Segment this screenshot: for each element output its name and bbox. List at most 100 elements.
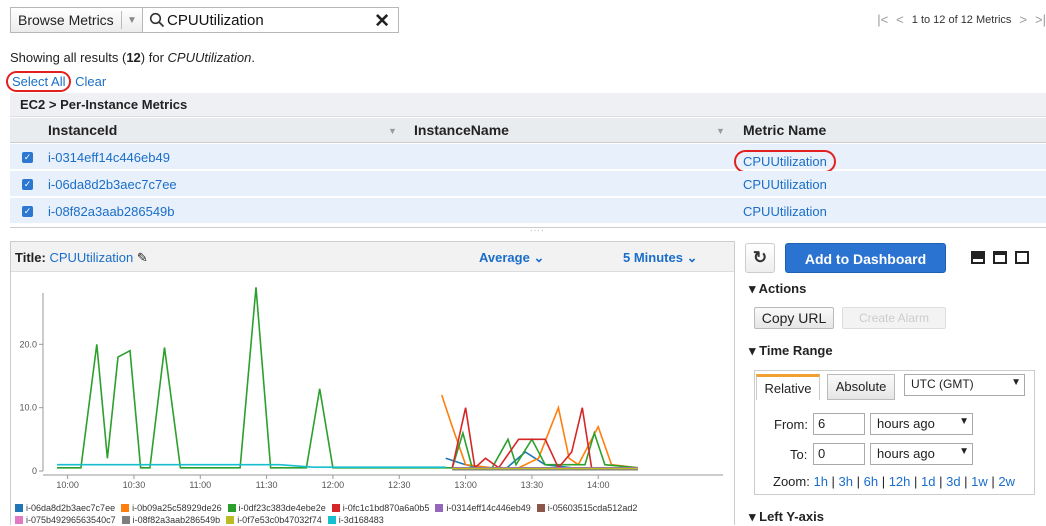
row-checkbox[interactable]: ✓ — [22, 179, 33, 190]
to-input[interactable]: 0 — [813, 443, 865, 465]
from-unit-value: hours ago — [877, 416, 935, 431]
legend-swatch — [15, 516, 23, 524]
from-unit-select[interactable]: hours ago ▼ — [870, 413, 973, 435]
clear-link[interactable]: Clear — [75, 74, 106, 89]
legend-item[interactable]: i-06da8d2b3aec7c7ee — [15, 502, 115, 514]
grip-icon[interactable]: ···· — [530, 226, 545, 235]
pencil-icon[interactable]: ✎ — [137, 250, 148, 265]
layout-full-icon[interactable] — [1015, 251, 1029, 264]
legend-swatch — [121, 504, 130, 512]
metric-group-header: EC2 > Per-Instance Metrics — [10, 93, 1046, 117]
col-instance-id[interactable]: InstanceId — [48, 122, 117, 138]
legend-item[interactable]: i-075b49296563540c7 — [15, 514, 116, 526]
chevron-down-icon: ⌄ — [686, 250, 698, 265]
legend-item[interactable]: i-0df23c383de4ebe2e — [227, 502, 326, 514]
col-metric-name[interactable]: Metric Name — [743, 122, 826, 138]
legend-label: i-05603515cda512ad2 — [547, 503, 638, 513]
legend-label: i-0b09a25c58929de26 — [132, 503, 222, 513]
table-row[interactable]: ✓ i-08f82a3aab286549b CPUUtilization — [10, 198, 1046, 224]
series-line-i-0b09a25c58929de26 — [440, 394, 639, 469]
graph-title-label: Title: — [15, 250, 46, 265]
chevron-down-icon: ▼ — [959, 416, 969, 427]
legend-label: i-3d168483 — [338, 515, 384, 525]
metric-name-link[interactable]: CPUUtilization — [743, 204, 827, 219]
legend-label: i-08f82a3aab286549b — [132, 515, 221, 525]
legend-item[interactable]: i-3d168483 — [327, 514, 384, 526]
zoom-2w[interactable]: 2w — [998, 474, 1015, 489]
clear-search-icon[interactable]: ✕ — [374, 10, 390, 33]
period-dropdown[interactable]: 5 Minutes ⌄ — [623, 250, 698, 266]
instance-id-link[interactable]: i-08f82a3aab286549b — [48, 204, 175, 219]
first-page-icon[interactable]: |< — [877, 12, 888, 27]
zoom-separator: | — [827, 474, 839, 489]
left-y-axis-label: Left Y-axis — [759, 509, 824, 524]
browse-metrics-dropdown[interactable]: Browse Metrics ▼ — [10, 7, 156, 33]
to-label: To: — [790, 447, 808, 462]
x-tick-label: 14:00 — [587, 480, 610, 490]
layout-split-icon[interactable] — [993, 251, 1007, 264]
instance-id-link[interactable]: i-06da8d2b3aec7c7ee — [48, 177, 177, 192]
results-count: 12 — [126, 50, 141, 65]
graph-title-value[interactable]: CPUUtilization — [49, 250, 133, 265]
legend-item[interactable]: i-08f82a3aab286549b — [121, 514, 221, 526]
zoom-12h[interactable]: 12h — [889, 474, 911, 489]
x-tick-label: 11:30 — [256, 480, 278, 490]
copy-url-button[interactable]: Copy URL — [754, 307, 834, 329]
legend-item[interactable]: i-0b09a25c58929de26 — [121, 502, 222, 514]
tab-absolute[interactable]: Absolute — [827, 374, 895, 400]
actions-section[interactable]: ▾ Actions — [749, 281, 806, 297]
refresh-icon[interactable]: ↻ — [745, 243, 775, 273]
legend-label: i-06da8d2b3aec7c7ee — [26, 503, 116, 513]
row-checkbox[interactable]: ✓ — [22, 152, 33, 163]
search-box: ✕ — [142, 7, 399, 33]
left-y-axis-section[interactable]: ▾ Left Y-axis — [749, 509, 824, 525]
timezone-select[interactable]: UTC (GMT) ▼ — [904, 374, 1025, 396]
search-input[interactable] — [167, 11, 367, 29]
next-page-icon[interactable]: > — [1019, 12, 1027, 27]
from-input[interactable]: 6 — [813, 413, 865, 435]
add-to-dashboard-button[interactable]: Add to Dashboard — [785, 243, 946, 273]
legend-item[interactable]: i-0314eff14c446eb49 — [435, 502, 531, 514]
metric-name-link[interactable]: CPUUtilization — [743, 177, 827, 192]
select-all-link[interactable]: Select All — [6, 71, 72, 92]
results-prefix: Showing all results ( — [10, 50, 127, 65]
table-row[interactable]: ✓ i-06da8d2b3aec7c7ee CPUUtilization — [10, 171, 1046, 197]
zoom-1h[interactable]: 1h — [813, 474, 827, 489]
resize-handle[interactable]: ···· — [10, 226, 1046, 236]
legend-swatch — [536, 504, 545, 512]
chevron-down-icon[interactable]: ▼ — [127, 15, 137, 26]
legend-item[interactable]: i-0fc1c1bd870a6a0b5 — [331, 502, 430, 514]
zoom-links: Zoom: 1h | 3h | 6h | 12h | 1d | 3d | 1w … — [773, 474, 1015, 489]
last-page-icon[interactable]: >| — [1035, 12, 1046, 27]
x-tick-label: 12:00 — [322, 480, 345, 490]
statistic-dropdown[interactable]: Average ⌄ — [479, 250, 544, 266]
time-range-section[interactable]: ▾ Time Range — [749, 343, 833, 359]
zoom-3h[interactable]: 3h — [839, 474, 853, 489]
chevron-down-icon[interactable]: ▼ — [716, 126, 725, 136]
zoom-1w[interactable]: 1w — [971, 474, 988, 489]
chevron-down-icon[interactable]: ▼ — [388, 126, 397, 136]
table-row[interactable]: ✓ i-0314eff14c446eb49 CPUUtilization — [10, 144, 1046, 173]
graph-panel: Title: CPUUtilization ✎ Average ⌄ 5 Minu… — [10, 241, 735, 525]
legend-label: i-0314eff14c446eb49 — [446, 503, 531, 513]
tab-relative[interactable]: Relative — [756, 374, 820, 400]
legend-swatch — [121, 516, 130, 524]
layout-bottom-icon[interactable] — [971, 251, 985, 264]
legend-item[interactable]: i-05603515cda512ad2 — [536, 502, 638, 514]
y-tick-label: 10.0 — [19, 403, 37, 413]
zoom-6h[interactable]: 6h — [864, 474, 878, 489]
zoom-separator: | — [910, 474, 922, 489]
metric-name-link[interactable]: CPUUtilization — [734, 150, 836, 173]
x-tick-label: 13:00 — [454, 480, 477, 490]
row-checkbox[interactable]: ✓ — [22, 206, 33, 217]
col-instance-name[interactable]: InstanceName — [414, 122, 509, 138]
zoom-separator: | — [853, 474, 864, 489]
legend-item[interactable]: i-0f7e53c0b47032f74 — [226, 514, 322, 526]
zoom-3d[interactable]: 3d — [946, 474, 960, 489]
prev-page-icon[interactable]: < — [896, 12, 904, 27]
zoom-1d[interactable]: 1d — [921, 474, 935, 489]
legend-label: i-075b49296563540c7 — [26, 515, 116, 525]
instance-id-link[interactable]: i-0314eff14c446eb49 — [48, 150, 170, 165]
to-unit-select[interactable]: hours ago ▼ — [870, 443, 973, 465]
legend-label: i-0fc1c1bd870a6a0b5 — [342, 503, 430, 513]
